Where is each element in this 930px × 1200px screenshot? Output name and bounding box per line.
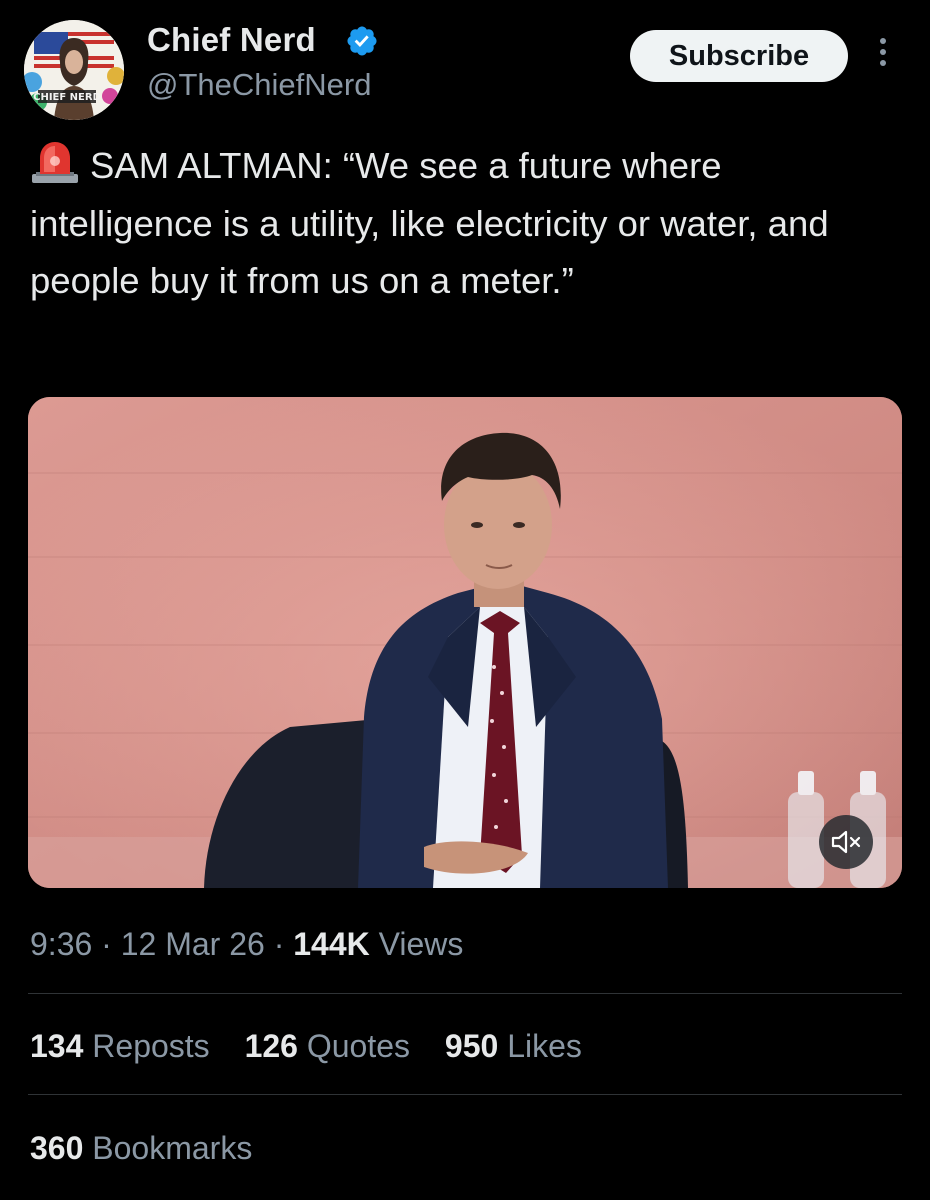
quotes-count: 126 (244, 1028, 298, 1064)
tweet-time[interactable]: 9:36 (30, 926, 92, 962)
avatar[interactable]: CHIEF NERD (24, 20, 124, 120)
reposts-stat[interactable]: 134 Reposts (30, 1024, 210, 1068)
bookmarks-stats: 360 Bookmarks (30, 1126, 278, 1170)
mute-toggle-button[interactable] (819, 815, 873, 869)
verified-badge-icon (347, 26, 377, 56)
quotes-label: Quotes (306, 1028, 411, 1064)
meta-separator: · (101, 926, 112, 962)
more-options-icon[interactable] (876, 38, 890, 76)
divider (28, 993, 902, 994)
video-player[interactable] (28, 397, 902, 888)
author-handle[interactable]: @TheChiefNerd (147, 66, 371, 104)
meta-separator: · (273, 926, 285, 962)
tweet-meta: 9:36 · 12 Mar 26 · 144K Views (30, 922, 463, 966)
likes-count: 950 (444, 1028, 499, 1064)
bookmarks-stat[interactable]: 360 Bookmarks (30, 1126, 252, 1170)
tweet-text: SAM ALTMAN: “We see a future where intel… (30, 137, 890, 310)
siren-icon (32, 142, 78, 183)
author-name[interactable]: Chief Nerd (147, 20, 316, 60)
avatar-logo-text: CHIEF NERD (33, 92, 101, 103)
views-count: 144K (293, 926, 370, 962)
quotes-stat[interactable]: 126 Quotes (245, 1024, 410, 1068)
engagement-stats: 134 Reposts 126 Quotes 950 Likes (30, 1024, 608, 1068)
divider (28, 1094, 902, 1095)
views-label: Views (378, 926, 464, 962)
reposts-label: Reposts (92, 1028, 210, 1064)
tweet-body: SAM ALTMAN: “We see a future where intel… (30, 145, 829, 301)
bookmarks-label: Bookmarks (92, 1130, 253, 1166)
speaker-muted-icon (831, 830, 861, 854)
subscribe-button[interactable]: Subscribe (630, 30, 848, 82)
likes-label: Likes (507, 1028, 582, 1064)
tweet-date[interactable]: 12 Mar 26 (121, 926, 265, 962)
bookmarks-count: 360 (30, 1130, 84, 1166)
reposts-count: 134 (30, 1028, 84, 1064)
video-frame (28, 397, 902, 888)
likes-stat[interactable]: 950 Likes (445, 1024, 582, 1068)
